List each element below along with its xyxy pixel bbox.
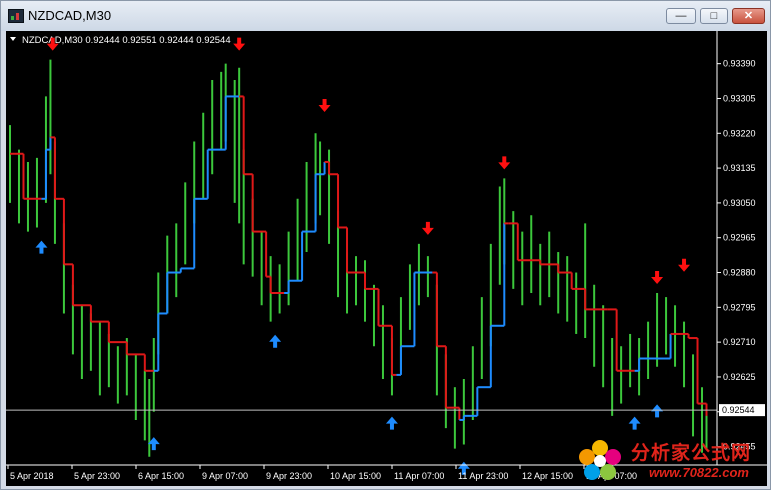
current-price-label: 0.92544 bbox=[722, 405, 755, 415]
collapse-triangle-icon bbox=[10, 37, 16, 41]
close-button[interactable]: ✕ bbox=[732, 8, 765, 24]
watermark-title: 分析家公式网 bbox=[631, 442, 752, 464]
minimize-button[interactable]: — bbox=[666, 8, 696, 24]
time-tick-label: 6 Apr 15:00 bbox=[138, 471, 184, 481]
time-tick-label: 9 Apr 23:00 bbox=[266, 471, 312, 481]
price-chart[interactable]: NZDCAD,M30 0.92444 0.92551 0.92444 0.925… bbox=[6, 31, 767, 486]
flower-logo-icon bbox=[579, 440, 621, 480]
terminal-window: NZDCAD,M30 — □ ✕ NZDCAD,M30 0.92444 0.92… bbox=[0, 0, 771, 490]
price-tick-label: 0.93305 bbox=[723, 93, 756, 103]
price-tick-label: 0.93135 bbox=[723, 163, 756, 173]
sell-arrow-icon bbox=[678, 258, 691, 272]
time-tick-label: 11 Apr 23:00 bbox=[458, 471, 508, 481]
time-tick-label: 12 Apr 15:00 bbox=[522, 471, 573, 481]
sell-arrow-icon bbox=[498, 156, 511, 170]
price-tick-label: 0.93050 bbox=[723, 198, 756, 208]
sell-arrow-icon bbox=[651, 271, 664, 284]
chart-app-icon bbox=[8, 9, 24, 23]
chart-canvas[interactable]: NZDCAD,M30 0.92444 0.92551 0.92444 0.925… bbox=[6, 31, 767, 486]
price-tick-label: 0.92625 bbox=[723, 372, 756, 382]
price-tick-label: 0.92710 bbox=[723, 337, 756, 347]
price-tick-label: 0.92965 bbox=[723, 233, 756, 243]
time-tick-label: 9 Apr 07:00 bbox=[202, 471, 248, 481]
window-title: NZDCAD,M30 bbox=[28, 8, 112, 23]
buy-arrow-icon bbox=[628, 416, 641, 430]
time-tick-label: 10 Apr 15:00 bbox=[330, 471, 381, 481]
price-tick-label: 0.93220 bbox=[723, 128, 756, 138]
sell-arrow-icon bbox=[421, 221, 434, 235]
buy-arrow-icon bbox=[269, 334, 282, 348]
price-tick-label: 0.92795 bbox=[723, 302, 756, 312]
title-bar[interactable]: NZDCAD,M30 — □ ✕ bbox=[1, 1, 770, 31]
price-tick-label: 0.93390 bbox=[723, 59, 756, 69]
time-tick-label: 11 Apr 07:00 bbox=[394, 471, 444, 481]
buy-arrow-icon bbox=[35, 240, 48, 254]
sell-arrow-icon bbox=[318, 99, 331, 112]
watermark-url: www.70822.com bbox=[649, 465, 749, 480]
watermark: 分析家公式网 www.70822.com bbox=[571, 436, 761, 484]
sell-arrow-icon bbox=[233, 37, 246, 51]
maximize-button[interactable]: □ bbox=[700, 8, 728, 24]
time-tick-label: 5 Apr 2018 bbox=[10, 471, 54, 481]
time-tick-label: 5 Apr 23:00 bbox=[74, 471, 120, 481]
price-tick-label: 0.92880 bbox=[723, 268, 756, 278]
buy-arrow-icon bbox=[651, 404, 664, 418]
buy-arrow-icon bbox=[385, 416, 398, 430]
